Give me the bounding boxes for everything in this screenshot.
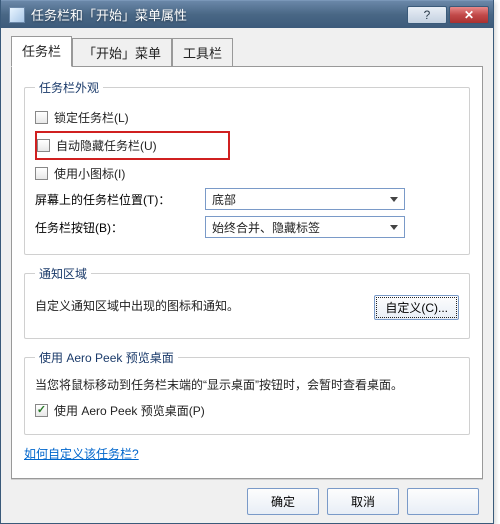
group-aero-legend: 使用 Aero Peek 预览桌面 <box>35 349 178 366</box>
label-taskbar-position: 屏幕上的任务栏位置(T)： <box>35 191 205 208</box>
row-notify: 自定义通知区域中出现的图标和通知。 自定义(C)... <box>35 295 459 323</box>
customize-notify-button[interactable]: 自定义(C)... <box>374 295 459 320</box>
row-smallicons: 使用小图标(I) <box>35 165 459 182</box>
client-area: 任务栏 「开始」菜单 工具栏 任务栏外观 锁定任务栏(L) 自动隐藏任务栏(U) <box>1 28 493 523</box>
window-title: 任务栏和「开始」菜单属性 <box>31 5 405 24</box>
help-link-row: 如何自定义该任务栏? <box>24 445 470 462</box>
app-icon <box>9 7 25 23</box>
label-aero-peek[interactable]: 使用 Aero Peek 预览桌面(P) <box>54 402 205 419</box>
row-position: 屏幕上的任务栏位置(T)： 底部 <box>35 188 459 210</box>
title-bar: 任务栏和「开始」菜单属性 ? ✕ <box>1 0 493 28</box>
label-small-icons[interactable]: 使用小图标(I) <box>54 165 125 182</box>
label-autohide-taskbar[interactable]: 自动隐藏任务栏(U) <box>56 137 157 154</box>
group-notify-legend: 通知区域 <box>35 265 91 282</box>
group-appearance-legend: 任务栏外观 <box>35 79 103 96</box>
apply-button[interactable] <box>407 488 479 515</box>
checkbox-small-icons[interactable] <box>35 167 48 180</box>
combo-taskbar-position-value: 底部 <box>212 191 236 208</box>
tab-toolbar[interactable]: 工具栏 <box>172 38 233 66</box>
properties-dialog: 任务栏和「开始」菜单属性 ? ✕ 任务栏 「开始」菜单 工具栏 任务栏外观 锁定… <box>0 0 494 524</box>
row-lock: 锁定任务栏(L) <box>35 109 459 126</box>
highlight-autohide: 自动隐藏任务栏(U) <box>35 131 230 160</box>
aero-desc: 当您将鼠标移动到任务栏末端的“显示桌面”按钮时，会暂时查看桌面。 <box>35 376 459 394</box>
tab-panel-taskbar: 任务栏外观 锁定任务栏(L) 自动隐藏任务栏(U) 使用小图标(I) <box>11 66 483 479</box>
help-window-button[interactable]: ? <box>407 6 447 24</box>
combo-taskbar-buttons[interactable]: 始终合并、隐藏标签 <box>205 216 405 238</box>
tab-taskbar[interactable]: 任务栏 <box>11 36 72 67</box>
label-taskbar-buttons: 任务栏按钮(B)： <box>35 219 205 236</box>
help-link-customize-taskbar[interactable]: 如何自定义该任务栏? <box>24 447 139 461</box>
row-autohide: 自动隐藏任务栏(U) <box>37 137 198 154</box>
checkbox-autohide-taskbar[interactable] <box>37 139 50 152</box>
dialog-footer: 确定 取消 <box>11 479 483 519</box>
row-aero-check: 使用 Aero Peek 预览桌面(P) <box>35 402 459 419</box>
checkbox-lock-taskbar[interactable] <box>35 111 48 124</box>
cancel-button[interactable]: 取消 <box>327 488 399 515</box>
checkbox-aero-peek[interactable] <box>35 404 48 417</box>
group-aero: 使用 Aero Peek 预览桌面 当您将鼠标移动到任务栏末端的“显示桌面”按钮… <box>24 349 470 435</box>
label-lock-taskbar[interactable]: 锁定任务栏(L) <box>54 109 129 126</box>
combo-taskbar-buttons-value: 始终合并、隐藏标签 <box>212 219 320 236</box>
notify-desc: 自定义通知区域中出现的图标和通知。 <box>35 297 239 315</box>
ok-button[interactable]: 确定 <box>247 488 319 515</box>
close-window-button[interactable]: ✕ <box>449 6 489 24</box>
group-appearance: 任务栏外观 锁定任务栏(L) 自动隐藏任务栏(U) 使用小图标(I) <box>24 79 470 255</box>
row-buttons: 任务栏按钮(B)： 始终合并、隐藏标签 <box>35 216 459 238</box>
group-notify: 通知区域 自定义通知区域中出现的图标和通知。 自定义(C)... <box>24 265 470 339</box>
tabs: 任务栏 「开始」菜单 工具栏 <box>11 36 483 66</box>
combo-taskbar-position[interactable]: 底部 <box>205 188 405 210</box>
tab-start-menu[interactable]: 「开始」菜单 <box>72 38 172 66</box>
